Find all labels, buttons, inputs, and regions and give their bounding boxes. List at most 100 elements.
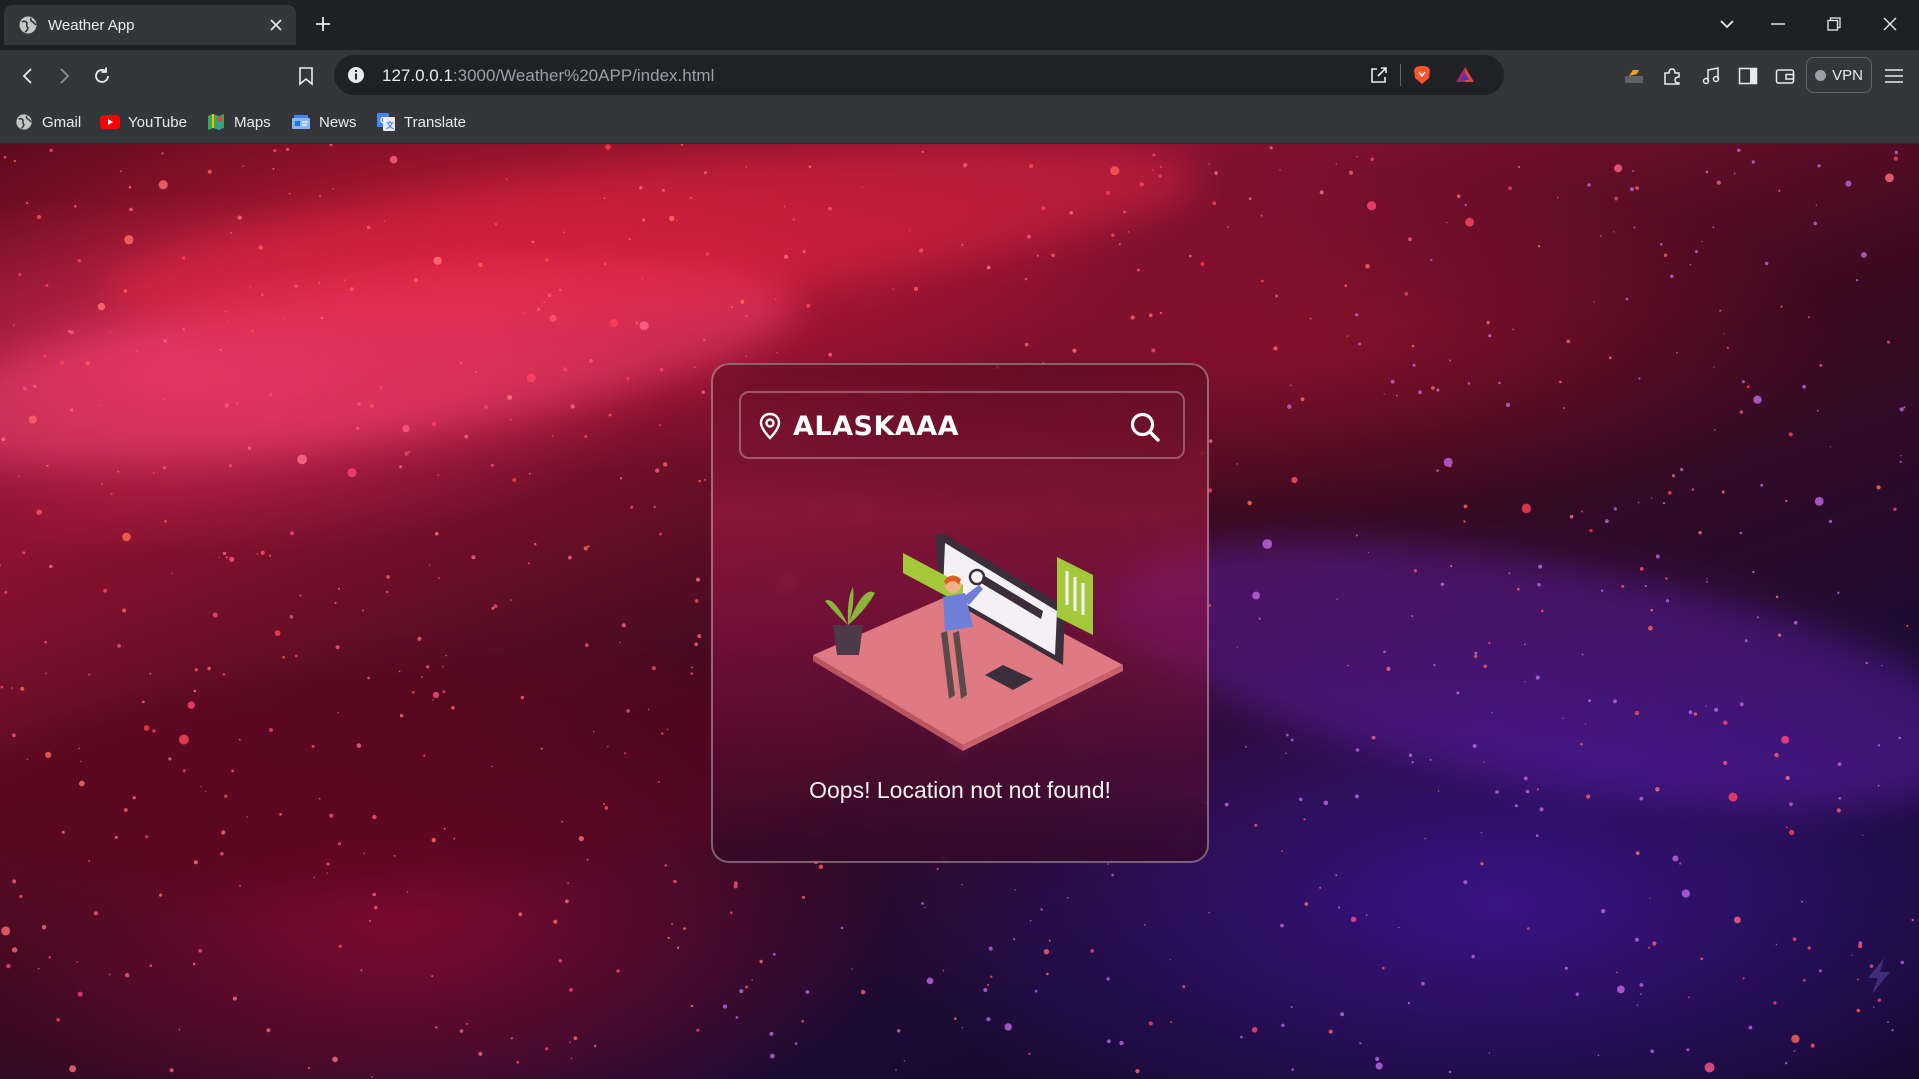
- particle-dot: [60, 360, 64, 365]
- particle-dot: [1349, 170, 1353, 175]
- particle-dot: [242, 165, 245, 168]
- particle-dot: [1, 926, 11, 936]
- bookmark-youtube[interactable]: YouTube: [100, 108, 187, 136]
- bookmark-gmail[interactable]: Gmail: [14, 108, 81, 136]
- restore-window-button[interactable]: [1823, 13, 1845, 35]
- bookmark-translate[interactable]: G文 Translate: [376, 108, 466, 136]
- particle-dot: [1807, 946, 1811, 950]
- particle-dot: [1704, 1062, 1715, 1073]
- particle-dot: [1436, 469, 1439, 472]
- particle-dot: [282, 655, 285, 659]
- particle-dot: [770, 1053, 775, 1059]
- close-tab-icon[interactable]: [266, 15, 286, 35]
- back-button[interactable]: [16, 64, 40, 88]
- particle-dot: [110, 492, 113, 495]
- particle-dot: [193, 689, 197, 693]
- particle-dot: [1614, 164, 1623, 173]
- menu-hamburger-icon[interactable]: [1882, 64, 1906, 88]
- particle-dot: [198, 948, 203, 953]
- particle-dot: [149, 964, 153, 967]
- particle-dot: [246, 816, 249, 818]
- bookmark-label: Gmail: [42, 113, 82, 131]
- particle-dot: [1648, 625, 1653, 631]
- browser-tab[interactable]: Weather App: [4, 5, 296, 45]
- particle-dot: [1367, 551, 1369, 553]
- location-not-found-message: Oops! Location not not found!: [809, 777, 1111, 803]
- particle-dot: [101, 482, 104, 485]
- particle-dot: [269, 728, 273, 732]
- particle-dot: [371, 1076, 373, 1078]
- particle-dot: [784, 254, 789, 259]
- particle-dot: [88, 860, 91, 862]
- particle-dot: [505, 178, 508, 180]
- particle-dot: [1463, 520, 1466, 523]
- particle-dot: [1536, 788, 1539, 791]
- bookmark-icon[interactable]: [294, 64, 318, 88]
- particle-dot: [257, 423, 260, 425]
- particle-dot: [510, 1037, 513, 1040]
- particle-dot: [1815, 204, 1818, 207]
- sidebar-toggle-icon[interactable]: [1736, 64, 1760, 88]
- particle-dot: [1605, 519, 1609, 523]
- particle-dot: [152, 729, 156, 733]
- forward-button[interactable]: [52, 64, 76, 88]
- site-info-icon[interactable]: [346, 65, 366, 85]
- location-search-input[interactable]: [793, 405, 1093, 447]
- particle-dot: [1450, 565, 1453, 568]
- reload-button[interactable]: [90, 64, 114, 88]
- particle-dot: [549, 314, 557, 322]
- particle-dot: [1024, 277, 1028, 281]
- particle-dot: [159, 893, 163, 897]
- particle-dot: [1634, 710, 1640, 716]
- minimize-window-button[interactable]: [1767, 13, 1789, 35]
- particle-dot: [626, 709, 630, 713]
- bookmark-news[interactable]: News: [291, 108, 357, 136]
- wallet-icon[interactable]: [1773, 64, 1797, 88]
- brave-shields-icon[interactable]: [1411, 64, 1433, 86]
- particle-dot: [1716, 180, 1721, 185]
- particle-dot: [1224, 802, 1229, 807]
- extensions-puzzle-icon[interactable]: [1660, 64, 1684, 88]
- particle-dot: [1028, 1052, 1031, 1055]
- particle-dot: [1748, 1025, 1753, 1030]
- particle-dot: [297, 454, 307, 465]
- particle-dot: [1365, 263, 1370, 269]
- particle-dot: [1370, 157, 1374, 162]
- particle-dot: [237, 215, 242, 220]
- particle-dot: [1639, 983, 1644, 987]
- particle-dot: [286, 147, 290, 151]
- particle-dot: [1597, 1054, 1600, 1057]
- particle-dot: [552, 435, 554, 437]
- vpn-button[interactable]: VPN: [1806, 57, 1872, 93]
- particle-dot: [77, 991, 83, 997]
- particle-dot: [783, 205, 786, 208]
- media-music-note-icon[interactable]: [1699, 64, 1723, 88]
- particle-dot: [1539, 807, 1544, 812]
- particle-dot: [1139, 182, 1145, 187]
- particle-dot: [235, 401, 239, 405]
- new-tab-button[interactable]: [312, 13, 334, 35]
- particle-dot: [1873, 1006, 1875, 1009]
- particle-dot: [1386, 666, 1391, 672]
- particle-dot: [399, 465, 403, 469]
- particle-dot: [1600, 589, 1604, 592]
- particle-dot: [1818, 969, 1822, 973]
- particle-dot: [567, 882, 569, 885]
- share-icon[interactable]: [1368, 64, 1390, 86]
- particle-dot: [109, 330, 111, 333]
- particle-dot: [123, 808, 128, 812]
- particle-dot: [0, 685, 4, 689]
- address-bar[interactable]: 127.0.0.1:3000/Weather%20APP/index.html: [334, 55, 1504, 95]
- particle-dot: [1106, 977, 1110, 981]
- brave-rewards-icon[interactable]: [1454, 64, 1476, 86]
- particle-dot: [402, 424, 410, 433]
- extension-lightning-icon[interactable]: [1622, 64, 1646, 88]
- close-window-button[interactable]: [1879, 13, 1901, 35]
- particle-dot: [360, 969, 363, 972]
- url-text[interactable]: 127.0.0.1:3000/Weather%20APP/index.html: [382, 66, 714, 86]
- search-button[interactable]: [1125, 407, 1165, 447]
- tab-search-chevron-down-icon[interactable]: [1716, 13, 1738, 35]
- bookmark-maps[interactable]: Maps: [206, 108, 271, 136]
- particle-dot: [372, 892, 377, 897]
- particle-dot: [478, 1051, 483, 1056]
